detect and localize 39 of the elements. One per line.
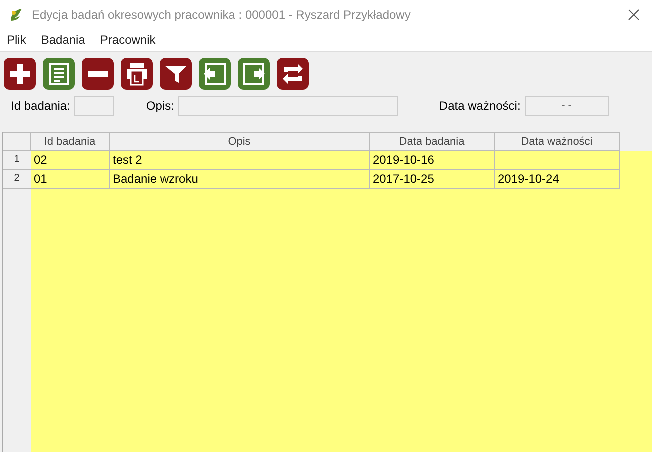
column-header[interactable]: Id badania [31,132,110,151]
prev-button[interactable] [199,58,231,90]
input-field[interactable] [178,96,398,116]
table-cell: test 2 [110,151,370,170]
remove-button[interactable] [82,58,114,90]
printer-icon [127,62,147,86]
menu-item[interactable]: Badania [34,30,94,51]
column-header[interactable]: Opis [110,132,370,151]
menu-item[interactable]: Plik [0,30,34,51]
table-cell: 01 [31,170,110,189]
column-header[interactable]: Data badania [370,132,495,151]
minus-icon [88,71,108,77]
app-logo-icon [8,7,24,23]
menu-item[interactable]: Pracownik [93,30,164,51]
date-field[interactable]: - - [524,96,609,116]
swap-arrows-icon [283,64,303,84]
print-button[interactable] [121,58,153,90]
input-field[interactable] [74,96,114,116]
next-button[interactable] [238,58,270,90]
table-cell: 2017-10-25 [370,170,495,189]
table-cell: 2019-10-24 [495,170,620,189]
table-cell: 02 [31,151,110,170]
arrow-right-icon [243,63,265,85]
plus-icon [10,64,30,84]
window-title: Edycja badań okresowych pracownika : 000001 - Ryszard Przykładowy [32,8,412,22]
close-icon[interactable] [628,9,640,21]
arrow-left-icon [204,63,226,85]
list-button[interactable] [43,58,75,90]
table-cell: 2019-10-16 [370,151,495,170]
add-button[interactable] [4,58,36,90]
table-cell: Badanie wzroku [110,170,370,189]
field-label: Id badania: [11,99,70,113]
field-label: Data ważności: [439,99,521,113]
column-header[interactable]: Data ważności [495,132,620,151]
filter-button[interactable] [160,58,192,90]
document-icon [49,63,69,85]
field-label: Opis: [146,99,174,113]
filter-icon [165,66,187,82]
refresh-button[interactable] [277,58,309,90]
